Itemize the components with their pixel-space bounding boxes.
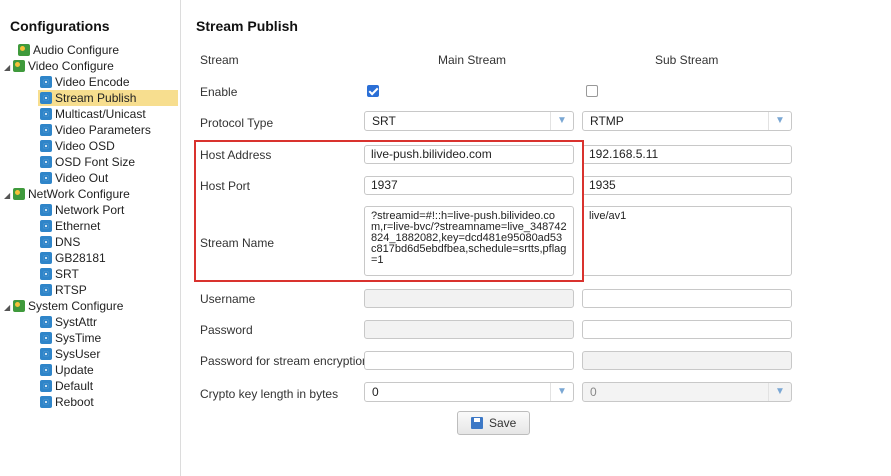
gear-icon bbox=[40, 316, 52, 328]
expand-triangle-icon[interactable]: ◢ bbox=[4, 60, 13, 76]
sidebar-item-system-configure[interactable]: ◢ System Configure bbox=[4, 298, 123, 314]
sidebar-item-reboot[interactable]: Reboot bbox=[40, 394, 94, 410]
chevron-down-icon: ▼ bbox=[768, 112, 791, 130]
username-label: Username bbox=[200, 292, 256, 306]
sidebar-item-systime[interactable]: SysTime bbox=[40, 330, 101, 346]
chevron-down-icon: ▼ bbox=[550, 383, 573, 401]
gear-icon bbox=[40, 124, 52, 136]
gear-icon bbox=[40, 268, 52, 280]
expand-triangle-icon[interactable]: ◢ bbox=[4, 188, 13, 204]
gear-group-icon bbox=[13, 60, 25, 72]
gear-icon bbox=[40, 396, 52, 408]
save-button-label: Save bbox=[489, 416, 517, 430]
sidebar-item-video-osd[interactable]: Video OSD bbox=[40, 138, 115, 154]
highlight-box bbox=[194, 140, 584, 282]
sidebar-item-sysuser[interactable]: SysUser bbox=[40, 346, 100, 362]
page-title: Stream Publish bbox=[196, 18, 298, 34]
sub-stream-password-input[interactable] bbox=[582, 320, 792, 339]
save-button[interactable]: Save bbox=[457, 411, 530, 435]
chevron-down-icon: ▼ bbox=[768, 383, 791, 401]
sidebar-title: Configurations bbox=[10, 18, 110, 34]
sidebar-item-ethernet[interactable]: Ethernet bbox=[40, 218, 100, 234]
sidebar-item-update[interactable]: Update bbox=[40, 362, 94, 378]
sidebar-item-video-configure[interactable]: ◢ Video Configure bbox=[4, 58, 114, 74]
sub-stream-host-port-input[interactable]: 1935 bbox=[582, 176, 792, 195]
sidebar-item-video-encode[interactable]: Video Encode bbox=[40, 74, 130, 90]
floppy-disk-icon bbox=[471, 417, 483, 429]
sidebar-item-network-port[interactable]: Network Port bbox=[40, 202, 124, 218]
sidebar-item-osd-font-size[interactable]: OSD Font Size bbox=[40, 154, 135, 170]
gear-icon bbox=[40, 172, 52, 184]
gear-icon bbox=[40, 156, 52, 168]
sub-stream-name-textarea[interactable]: live/av1 bbox=[582, 206, 792, 276]
gear-icon bbox=[40, 332, 52, 344]
gear-group-icon bbox=[13, 188, 25, 200]
password-encryption-label: Password for stream encryption bbox=[200, 354, 369, 368]
sidebar-item-video-out[interactable]: Video Out bbox=[40, 170, 108, 186]
gear-icon bbox=[40, 140, 52, 152]
sidebar-item-srt[interactable]: SRT bbox=[40, 266, 79, 282]
main-stream-protocol-value: SRT bbox=[372, 114, 396, 128]
main-stream-crypto-key-value: 0 bbox=[372, 385, 379, 399]
expand-triangle-icon[interactable]: ◢ bbox=[4, 300, 13, 316]
sidebar-item-dns[interactable]: DNS bbox=[40, 234, 80, 250]
password-label: Password bbox=[200, 323, 253, 337]
sub-stream-header: Sub Stream bbox=[655, 53, 719, 67]
sub-stream-username-input[interactable] bbox=[582, 289, 792, 308]
sidebar: Configurations Audio Configure ◢ Video Co… bbox=[0, 0, 181, 476]
sidebar-item-default[interactable]: Default bbox=[40, 378, 93, 394]
sidebar-item-multicast-unicast[interactable]: Multicast/Unicast bbox=[40, 106, 146, 122]
chevron-down-icon: ▼ bbox=[550, 112, 573, 130]
gear-icon bbox=[40, 236, 52, 248]
gear-icon bbox=[40, 284, 52, 296]
main-stream-protocol-select[interactable]: SRT ▼ bbox=[364, 111, 574, 131]
sidebar-item-rtsp[interactable]: RTSP bbox=[40, 282, 87, 298]
sub-stream-encryption-password-input[interactable] bbox=[582, 351, 792, 370]
sidebar-item-network-configure[interactable]: ◢ NetWork Configure bbox=[4, 186, 130, 202]
gear-icon bbox=[40, 92, 52, 104]
main-stream-crypto-key-select[interactable]: 0 ▼ bbox=[364, 382, 574, 402]
sidebar-item-video-parameters[interactable]: Video Parameters bbox=[40, 122, 151, 138]
sub-stream-crypto-key-select[interactable]: 0 ▼ bbox=[582, 382, 792, 402]
sidebar-item-systattr[interactable]: SystAttr bbox=[40, 314, 97, 330]
main-stream-password-input[interactable] bbox=[364, 320, 574, 339]
sub-stream-host-address-input[interactable]: 192.168.5.11 bbox=[582, 145, 792, 164]
sub-stream-protocol-value: RTMP bbox=[590, 114, 624, 128]
main-stream-username-input[interactable] bbox=[364, 289, 574, 308]
gear-group-icon bbox=[18, 44, 30, 56]
main-stream-encryption-password-input[interactable] bbox=[364, 351, 574, 370]
sidebar-item-audio-configure[interactable]: Audio Configure bbox=[18, 42, 119, 58]
gear-icon bbox=[40, 364, 52, 376]
sidebar-item-gb28181[interactable]: GB28181 bbox=[40, 250, 106, 266]
gear-icon bbox=[40, 252, 52, 264]
sub-stream-protocol-select[interactable]: RTMP ▼ bbox=[582, 111, 792, 131]
enable-label: Enable bbox=[200, 85, 238, 99]
main-stream-header: Main Stream bbox=[438, 53, 507, 67]
gear-icon bbox=[40, 220, 52, 232]
protocol-type-label: Protocol Type bbox=[200, 116, 274, 130]
gear-icon bbox=[40, 348, 52, 360]
gear-icon bbox=[40, 380, 52, 392]
gear-icon bbox=[40, 204, 52, 216]
gear-icon bbox=[40, 76, 52, 88]
sidebar-item-stream-publish[interactable]: Stream Publish bbox=[38, 90, 178, 106]
gear-group-icon bbox=[13, 300, 25, 312]
gear-icon bbox=[40, 108, 52, 120]
sub-stream-crypto-key-value: 0 bbox=[590, 385, 597, 399]
sub-stream-enable-checkbox[interactable] bbox=[586, 85, 598, 97]
crypto-key-length-label: Crypto key length in bytes bbox=[200, 387, 339, 401]
main-stream-enable-checkbox[interactable] bbox=[367, 85, 379, 97]
stream-label: Stream bbox=[200, 53, 239, 67]
